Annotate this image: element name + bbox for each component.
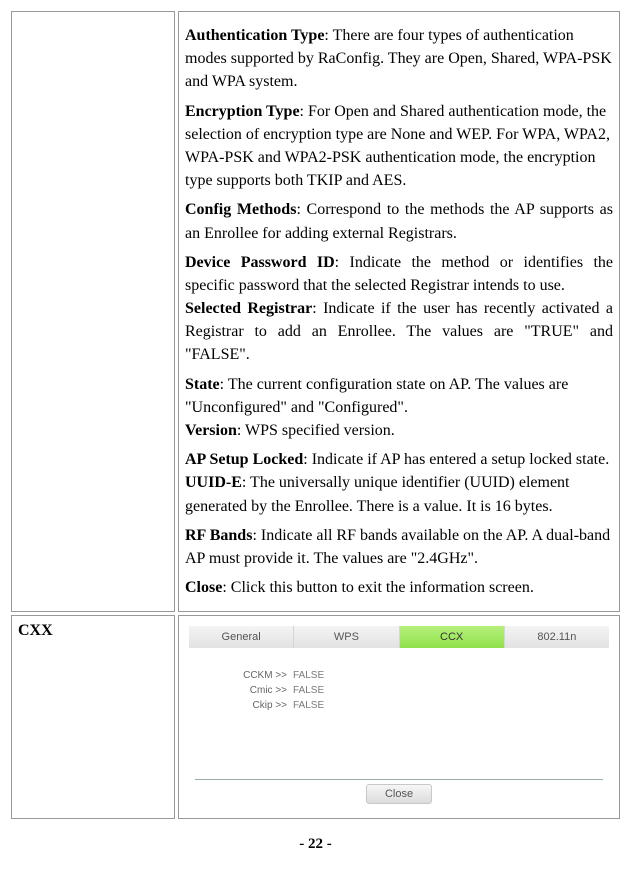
close-button[interactable]: Close: [366, 784, 432, 804]
definition-entry: Device Password ID: Indicate the method …: [185, 251, 613, 367]
tab-general[interactable]: General: [189, 626, 294, 648]
definition-label: Close: [185, 579, 222, 596]
ccx-value: FALSE: [293, 670, 324, 681]
ccx-key: Cmic >>: [209, 685, 293, 696]
definition-label: Encryption Type: [185, 103, 300, 120]
definition-entry: State: The current configuration state o…: [185, 373, 613, 443]
tab-802-11n[interactable]: 802.11n: [505, 626, 609, 648]
ccx-value: FALSE: [293, 700, 324, 711]
definition-entry: Encryption Type: For Open and Shared aut…: [185, 100, 613, 193]
page-number: - 22 -: [8, 836, 623, 853]
row2-right-cell: GeneralWPSCCX802.11n CCKM >>FALSECmic >>…: [178, 615, 620, 819]
ccx-row: CCKM >>FALSE: [209, 670, 589, 681]
definition-entry: Close: Click this button to exit the inf…: [185, 576, 613, 599]
definition-text: : WPS specified version.: [237, 422, 395, 439]
ccx-divider: [195, 779, 603, 780]
row1-left-cell: [11, 11, 175, 612]
definition-label: AP Setup Locked: [185, 451, 303, 468]
definition-entry: AP Setup Locked: Indicate if AP has ente…: [185, 448, 613, 518]
cxx-heading: CXX: [18, 622, 53, 639]
tab-wps[interactable]: WPS: [294, 626, 399, 648]
definition-label: RF Bands: [185, 527, 252, 544]
definition-label: Version: [185, 422, 237, 439]
definition-text: : Indicate if AP has entered a setup loc…: [303, 451, 609, 468]
doc-table: Authentication Type: There are four type…: [8, 8, 623, 822]
definition-entry: Config Methods: Correspond to the method…: [185, 198, 613, 244]
row1-right-cell: Authentication Type: There are four type…: [178, 11, 620, 612]
ccx-tabs: GeneralWPSCCX802.11n: [189, 626, 609, 648]
ccx-panel: GeneralWPSCCX802.11n CCKM >>FALSECmic >>…: [185, 622, 613, 812]
ccx-key: CCKM >>: [209, 670, 293, 681]
definition-label: Selected Registrar: [185, 300, 312, 317]
definition-entry: Authentication Type: There are four type…: [185, 24, 613, 94]
row2-left-cell: CXX: [11, 615, 175, 819]
definition-label: Device Password ID: [185, 254, 335, 271]
ccx-row: Cmic >>FALSE: [209, 685, 589, 696]
definition-label: UUID-E: [185, 474, 242, 491]
definition-text: : The current configuration state on AP.…: [185, 376, 568, 416]
definition-label: Authentication Type: [185, 27, 324, 44]
ccx-key: Ckip >>: [209, 700, 293, 711]
definition-text: : The universally unique identifier (UUI…: [185, 474, 570, 514]
definition-entry: RF Bands: Indicate all RF bands availabl…: [185, 524, 613, 570]
definition-text: : Click this button to exit the informat…: [222, 579, 534, 596]
tab-ccx[interactable]: CCX: [400, 626, 505, 648]
ccx-value: FALSE: [293, 685, 324, 696]
definition-label: Config Methods: [185, 201, 296, 218]
ccx-row: Ckip >>FALSE: [209, 700, 589, 711]
ccx-body: CCKM >>FALSECmic >>FALSECkip >>FALSE: [189, 648, 609, 775]
ccx-footer: Close: [189, 784, 609, 804]
definition-label: State: [185, 376, 220, 393]
